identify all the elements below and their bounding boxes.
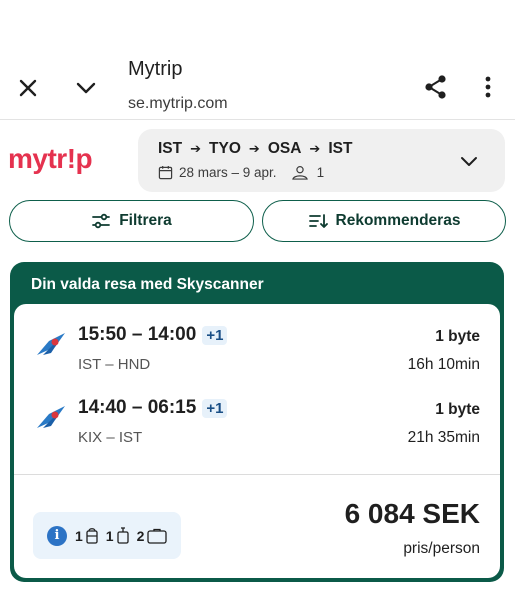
filter-label: Filtrera <box>119 212 172 229</box>
airline-logo-icon <box>37 406 65 428</box>
page-title: Mytrip <box>128 58 183 80</box>
leg-duration: 21h 35min <box>407 429 480 446</box>
cabin-bag: 1 <box>105 526 129 545</box>
cabin-bag-count: 1 <box>105 527 114 544</box>
leg-duration: 16h 10min <box>407 356 480 373</box>
checked-bag-icon <box>147 528 168 544</box>
trip-meta: 28 mars – 9 apr. 1 <box>158 165 324 180</box>
search-summary[interactable]: IST ➔ TYO ➔ OSA ➔ IST 28 mars – 9 apr. 1 <box>138 129 505 192</box>
leg-stops: 1 byte <box>435 401 480 418</box>
checked-bag: 2 <box>137 528 168 544</box>
flight-leg: 15:50 – 14:00 +1 IST – HND 1 byte 16h 10… <box>14 324 500 384</box>
page-url[interactable]: se.mytrip.com <box>128 95 228 113</box>
more-vertical-icon[interactable] <box>474 73 502 101</box>
leg-airports: IST – HND <box>78 356 151 373</box>
traveler-count: 1 <box>316 165 325 180</box>
route: IST ➔ TYO ➔ OSA ➔ IST <box>158 140 352 158</box>
filter-button[interactable]: Filtrera <box>9 200 254 242</box>
leg-airports: KIX – IST <box>78 429 143 446</box>
cabin-bag-icon <box>116 526 129 544</box>
person-icon <box>291 165 308 180</box>
leg-times: 15:50 – 14:00 +1 <box>78 324 228 346</box>
sort-icon <box>308 214 328 228</box>
browser-toolbar: Mytrip se.mytrip.com <box>0 0 515 120</box>
card-body: 15:50 – 14:00 +1 IST – HND 1 byte 16h 10… <box>14 304 500 578</box>
route-stop-3: OSA <box>267 140 302 157</box>
selected-trip-card[interactable]: Din valda resa med Skyscanner 15:50 – 14… <box>10 262 504 582</box>
trip-dates: 28 mars – 9 apr. <box>179 165 277 180</box>
share-icon[interactable] <box>422 73 450 101</box>
chevron-down-icon <box>461 157 477 166</box>
calendar-icon <box>158 165 173 180</box>
arrow-icon: ➔ <box>309 141 321 156</box>
flight-leg: 14:40 – 06:15 +1 KIX – IST 1 byte 21h 35… <box>14 397 500 457</box>
leg-stops: 1 byte <box>435 328 480 345</box>
sort-button[interactable]: Rekommenderas <box>262 200 506 242</box>
leg-times: 14:40 – 06:15 +1 <box>78 397 228 419</box>
personal-item: 1 <box>75 527 98 545</box>
arrow-icon: ➔ <box>190 141 202 156</box>
personal-item-icon <box>86 527 98 544</box>
route-stop-4: IST <box>328 140 353 157</box>
sort-label: Rekommenderas <box>335 212 461 229</box>
price-unit: pris/person <box>403 540 480 557</box>
close-icon[interactable] <box>14 74 42 102</box>
total-price: 6 084 SEK <box>344 498 480 529</box>
day-offset-badge: +1 <box>202 398 228 418</box>
checked-bag-count: 2 <box>136 527 145 544</box>
route-stop-1: IST <box>158 140 183 157</box>
leg-time-range: 14:40 – 06:15 <box>78 397 197 418</box>
leg-time-range: 15:50 – 14:00 <box>78 324 197 345</box>
card-banner: Din valda resa med Skyscanner <box>31 276 264 293</box>
info-icon: i <box>47 525 67 546</box>
airline-logo-icon <box>37 333 65 355</box>
day-offset-badge: +1 <box>202 325 228 345</box>
divider <box>14 474 500 475</box>
personal-item-count: 1 <box>75 527 83 544</box>
sliders-icon <box>92 213 111 229</box>
baggage-info[interactable]: i 1 1 2 <box>33 512 182 559</box>
arrow-icon: ➔ <box>248 141 260 156</box>
chevron-down-icon[interactable] <box>72 74 100 102</box>
mytrip-logo[interactable]: mytr!p <box>8 143 93 175</box>
route-stop-2: TYO <box>209 140 241 157</box>
